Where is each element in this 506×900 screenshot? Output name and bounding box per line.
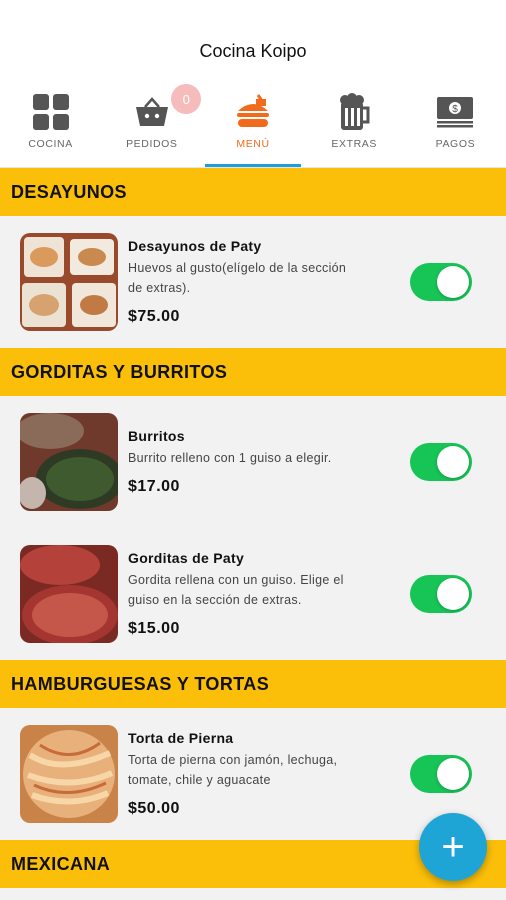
- item-price: $50.00: [128, 800, 180, 817]
- availability-toggle[interactable]: [410, 443, 472, 481]
- svg-text:$: $: [453, 104, 459, 115]
- item-description: Burrito relleno con 1 guiso a elegir.: [128, 451, 332, 465]
- item-price: $15.00: [128, 620, 180, 637]
- app-title: Cocina Koipo: [199, 41, 307, 61]
- item-name: Burritos: [128, 428, 185, 444]
- menu-list: DESAYUNOS Desayunos de Paty Huevos al gu…: [0, 168, 506, 888]
- tab-label: COCINA: [28, 138, 73, 150]
- availability-toggle[interactable]: [410, 263, 472, 301]
- toggle-knob: [437, 446, 469, 478]
- tab-label: PAGOS: [435, 138, 476, 150]
- item-name: Torta de Pierna: [128, 730, 234, 746]
- tab-pagos[interactable]: $ PAGOS: [405, 80, 506, 167]
- tab-extras[interactable]: EXTRAS: [304, 80, 405, 167]
- tab-menu[interactable]: MENÚ: [202, 80, 303, 167]
- item-photo: [20, 233, 118, 331]
- section-header: GORDITAS Y BURRITOS: [0, 348, 506, 396]
- burger-icon: [233, 92, 273, 132]
- tab-label: PEDIDOS: [126, 138, 178, 150]
- grid-icon: [31, 92, 71, 132]
- item-price: $75.00: [128, 308, 180, 325]
- item-description: Huevos al gusto(elígelo de la sección de…: [128, 261, 347, 295]
- item-name: Desayunos de Paty: [128, 238, 262, 254]
- toggle-knob: [437, 266, 469, 298]
- item-photo: [20, 413, 118, 511]
- section-header: HAMBURGUESAS Y TORTAS: [0, 660, 506, 708]
- menu-item[interactable]: Burritos Burrito relleno con 1 guiso a e…: [0, 396, 506, 528]
- app-header: Cocina Koipo: [0, 0, 506, 80]
- beer-icon: [334, 92, 374, 132]
- tab-label: MENÚ: [236, 138, 270, 150]
- availability-toggle[interactable]: [410, 575, 472, 613]
- item-name: Gorditas de Paty: [128, 550, 245, 566]
- toggle-knob: [437, 758, 469, 790]
- item-photo: [20, 725, 118, 823]
- basket-icon: [132, 92, 172, 132]
- tab-bar: COCINA 0 PEDIDOS MENÚ EXTRAS $ PAGOS: [0, 80, 506, 168]
- item-price: $17.00: [128, 478, 180, 495]
- menu-item[interactable]: Gorditas de Paty Gordita rellena con un …: [0, 528, 506, 660]
- item-description: Torta de pierna con jamón, lechuga, toma…: [128, 753, 338, 787]
- tab-label: EXTRAS: [331, 138, 378, 150]
- availability-toggle[interactable]: [410, 755, 472, 793]
- tab-pedidos[interactable]: 0 PEDIDOS: [101, 80, 202, 167]
- orders-count-badge: 0: [171, 84, 202, 114]
- section-header: DESAYUNOS: [0, 168, 506, 216]
- tab-cocina[interactable]: COCINA: [0, 80, 101, 167]
- add-item-button[interactable]: +: [419, 813, 487, 881]
- item-photo: [20, 545, 118, 643]
- item-description: Gordita rellena con un guiso. Elige el g…: [128, 573, 344, 607]
- menu-item[interactable]: Desayunos de Paty Huevos al gusto(elígel…: [0, 216, 506, 348]
- money-icon: $: [435, 92, 475, 132]
- toggle-knob: [437, 578, 469, 610]
